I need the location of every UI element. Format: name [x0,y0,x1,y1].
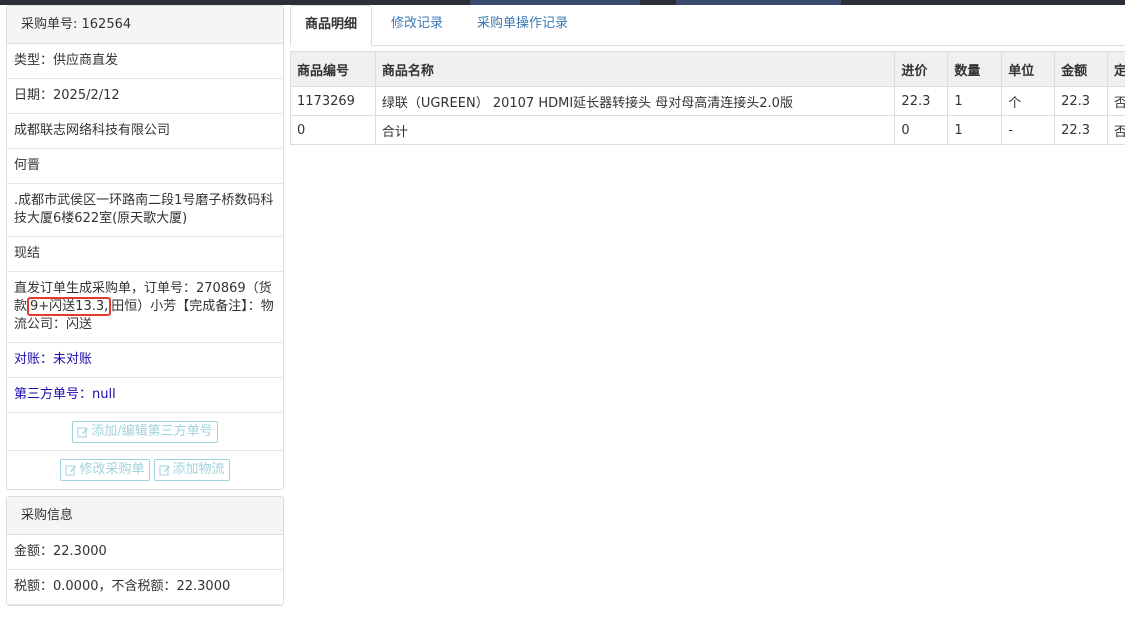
contact-name: 何晋 [7,149,283,184]
product-table: 商品编号 商品名称 进价 数量 单位 金额 定 1173269 绿联（UGREE… [290,51,1125,145]
edit-icon [77,427,89,437]
highlighted-note: 9+闪送13.3, [27,297,112,316]
edit-po-button[interactable]: 修改采购单 [60,459,150,481]
third-party-number[interactable]: 第三方单号：null [7,378,283,413]
cell-quantity: 1 [947,86,1003,116]
col-unit: 单位 [1001,51,1056,87]
cell-amount: 22.3 [1054,86,1108,116]
reconcile-status[interactable]: 对账：未对账 [7,343,283,378]
address: .成都市武侯区一环路南二段1号磨子桥数码科技大厦6楼622室(原天歌大厦) [7,184,283,237]
table-row: 1173269 绿联（UGREEN） 20107 HDMI延长器转接头 母对母高… [290,86,1125,116]
cell-code: 0 [290,115,376,145]
table-header-row: 商品编号 商品名称 进价 数量 单位 金额 定 [290,51,1125,87]
tab-operation-log[interactable]: 采购单操作记录 [477,5,568,46]
po-actions: 修改采购单 添加物流 [7,451,283,489]
cell-name: 合计 [374,115,896,145]
tab-bar: 商品明细 修改记录 采购单操作记录 [290,5,1125,46]
col-product-name: 商品名称 [374,51,896,87]
cell-price: 22.3 [894,86,949,116]
table-total-row: 0 合计 0 1 - 22.3 否 [290,115,1125,145]
order-type: 类型：供应商直发 [7,44,283,79]
purchase-info-header: 采购信息 [7,497,283,535]
cell-price: 0 [894,115,949,145]
tab-change-log[interactable]: 修改记录 [391,5,443,46]
tab-product-details[interactable]: 商品明细 [290,5,373,46]
col-amount: 金额 [1054,51,1108,87]
amount: 金额：22.3000 [7,535,283,570]
col-fixed: 定 [1107,51,1125,87]
add-third-party-label: 添加/编辑第三方单号 [91,423,213,439]
order-number-header: 采购单号: 162564 [7,6,283,44]
cell-fixed: 否 [1107,86,1125,116]
third-party-actions: 添加/编辑第三方单号 [7,413,283,451]
col-price: 进价 [894,51,949,87]
col-quantity: 数量 [947,51,1003,87]
add-logistics-button[interactable]: 添加物流 [153,459,230,481]
add-logistics-label: 添加物流 [172,462,225,477]
edit-po-label: 修改采购单 [79,462,145,477]
cell-name: 绿联（UGREEN） 20107 HDMI延长器转接头 母对母高清连接头2.0版 [374,86,896,116]
cell-fixed: 否 [1107,115,1125,145]
order-date: 日期：2025/2/12 [7,79,283,114]
tax: 税额：0.0000，不含税额：22.3000 [7,570,283,605]
cell-amount: 22.3 [1054,115,1108,145]
left-column: 采购单号: 162564 类型：供应商直发 日期：2025/2/12 成都联志网… [6,5,284,606]
settlement-type: 现结 [7,237,283,272]
col-product-code: 商品编号 [290,51,376,87]
cell-unit: 个 [1001,86,1056,116]
cell-code: 1173269 [290,86,376,116]
add-third-party-button[interactable]: 添加/编辑第三方单号 [72,420,218,443]
edit-icon [65,465,77,476]
purchase-info-panel: 采购信息 金额：22.3000 税额：0.0000，不含税额：22.3000 [6,496,284,606]
cell-quantity: 1 [947,115,1003,145]
order-panel: 采购单号: 162564 类型：供应商直发 日期：2025/2/12 成都联志网… [6,5,284,490]
supplier-company: 成都联志网络科技有限公司 [7,114,283,149]
edit-icon [159,465,170,476]
cell-unit: - [1001,115,1056,145]
order-note: 直发订单生成采购单，订单号：270869（货款 9+闪送13.3, 田恒）小芳【完成… [7,272,283,343]
